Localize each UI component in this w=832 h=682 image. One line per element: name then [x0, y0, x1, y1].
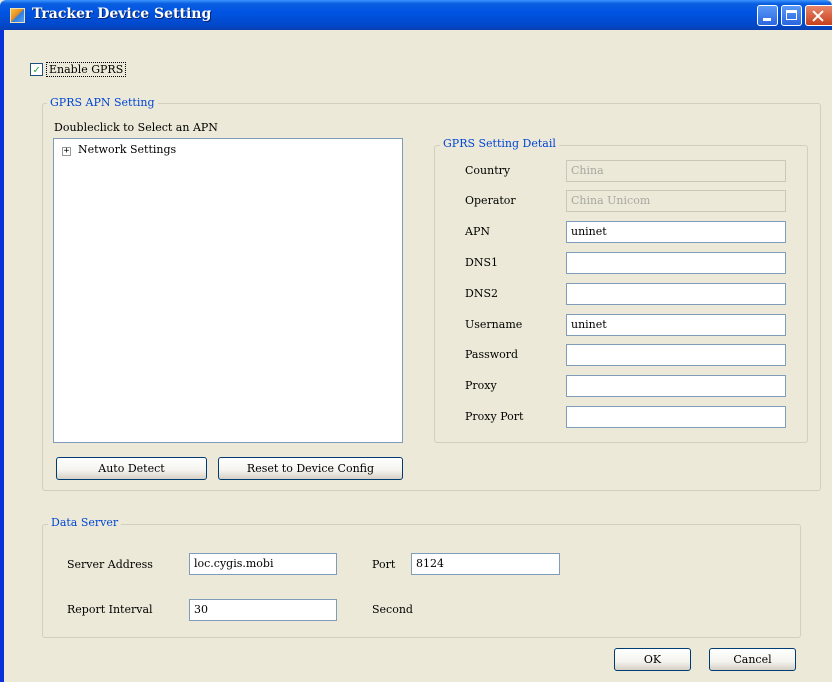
port-field[interactable]: 8124	[411, 553, 560, 575]
reset-to-device-config-button[interactable]: Reset to Device Config	[218, 457, 403, 480]
proxy-port-label: Proxy Port	[465, 410, 524, 423]
gprs-apn-setting-title: GPRS APN Setting	[47, 96, 158, 109]
server-address-label: Server Address	[67, 558, 153, 571]
port-label: Port	[372, 558, 396, 571]
operator-label: Operator	[465, 194, 516, 207]
apn-instruction: Doubleclick to Select an APN	[54, 121, 218, 134]
apn-tree[interactable]: + Network Settings	[53, 138, 403, 443]
tree-item-network-settings[interactable]: Network Settings	[78, 143, 176, 156]
username-field[interactable]: uninet	[566, 314, 786, 336]
proxy-field[interactable]	[566, 375, 786, 397]
auto-detect-button[interactable]: Auto Detect	[56, 457, 207, 480]
report-interval-field[interactable]: 30	[189, 599, 337, 621]
apn-label: APN	[465, 225, 490, 238]
title-bar[interactable]: Tracker Device Setting	[0, 0, 832, 30]
dns2-label: DNS2	[465, 287, 498, 300]
apn-field[interactable]: uninet	[566, 221, 786, 243]
proxy-port-field[interactable]	[566, 406, 786, 428]
report-interval-label: Report Interval	[67, 603, 153, 616]
minimize-button[interactable]	[757, 5, 778, 26]
gprs-setting-detail-title: GPRS Setting Detail	[440, 137, 559, 150]
password-label: Password	[465, 348, 519, 361]
proxy-label: Proxy	[465, 379, 497, 392]
window-border	[0, 30, 4, 682]
enable-gprs-checkbox[interactable]: ✓	[30, 63, 43, 76]
dns1-field[interactable]	[566, 252, 786, 274]
data-server-title: Data Server	[48, 516, 122, 529]
maximize-button[interactable]	[781, 5, 802, 26]
server-address-field[interactable]: loc.cygis.mobi	[189, 553, 337, 575]
expand-plus-icon[interactable]: +	[62, 147, 71, 156]
enable-gprs-label[interactable]: Enable GPRS	[46, 62, 127, 77]
operator-field[interactable]: China Unicom	[566, 190, 786, 212]
window-title: Tracker Device Setting	[32, 6, 212, 22]
username-label: Username	[465, 318, 523, 331]
checkmark-icon: ✓	[33, 63, 40, 76]
ok-button[interactable]: OK	[614, 648, 691, 671]
country-field[interactable]: China	[566, 160, 786, 182]
cancel-button[interactable]: Cancel	[709, 648, 796, 671]
country-label: Country	[465, 164, 511, 177]
password-field[interactable]	[566, 344, 786, 366]
dns1-label: DNS1	[465, 256, 498, 269]
app-icon	[10, 8, 25, 23]
data-server-group	[42, 524, 801, 638]
seconds-unit-label: Second	[372, 603, 413, 616]
dns2-field[interactable]	[566, 283, 786, 305]
close-button[interactable]	[805, 5, 832, 26]
